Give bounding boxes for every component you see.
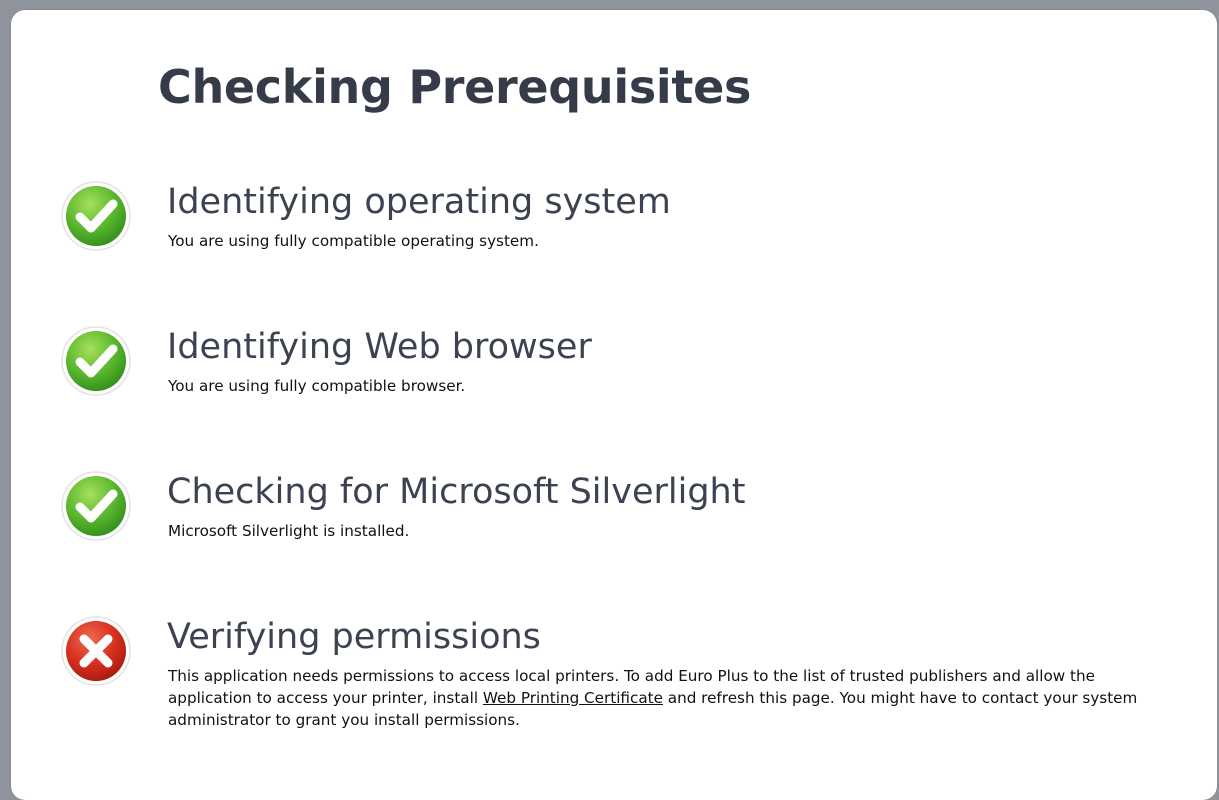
web-printing-certificate-link[interactable]: Web Printing Certificate (483, 689, 663, 707)
page-title: Checking Prerequisites (158, 60, 752, 114)
check-icon (60, 180, 132, 252)
check-description: This application needs permissions to ac… (168, 665, 1178, 731)
check-icon (60, 325, 132, 397)
check-title: Identifying operating system (167, 182, 671, 222)
check-description: You are using fully compatible operating… (168, 232, 539, 250)
prerequisites-panel: Checking Prerequisites Identifying opera… (11, 10, 1217, 800)
check-icon (60, 470, 132, 542)
cross-icon (60, 615, 132, 687)
check-description: You are using fully compatible browser. (168, 377, 466, 395)
check-description: Microsoft Silverlight is installed. (168, 522, 410, 540)
check-title: Checking for Microsoft Silverlight (167, 472, 746, 512)
check-title: Identifying Web browser (167, 327, 592, 367)
check-title: Verifying permissions (167, 617, 541, 657)
